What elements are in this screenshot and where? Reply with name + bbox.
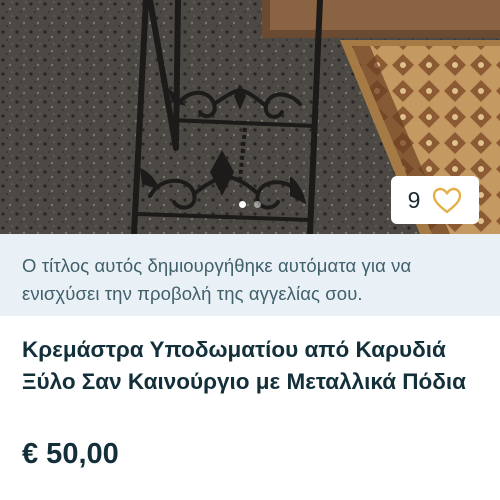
photo-dot[interactable] xyxy=(254,201,261,208)
listing-photo[interactable]: 9 xyxy=(0,0,500,234)
photo-dot-active[interactable] xyxy=(239,201,246,208)
favorite-button[interactable]: 9 xyxy=(391,176,479,224)
favorite-count: 9 xyxy=(407,186,421,213)
heart-outline-icon xyxy=(433,187,462,213)
listing-title: Κρεμάστρα Υποδωματίου από Καρυδιά Ξύλο Σ… xyxy=(22,337,467,394)
listing-price: € 50,00 xyxy=(22,438,119,470)
auto-title-notice: Ο τίτλος αυτός δημιουργήθηκε αυτόματα γι… xyxy=(0,234,500,316)
